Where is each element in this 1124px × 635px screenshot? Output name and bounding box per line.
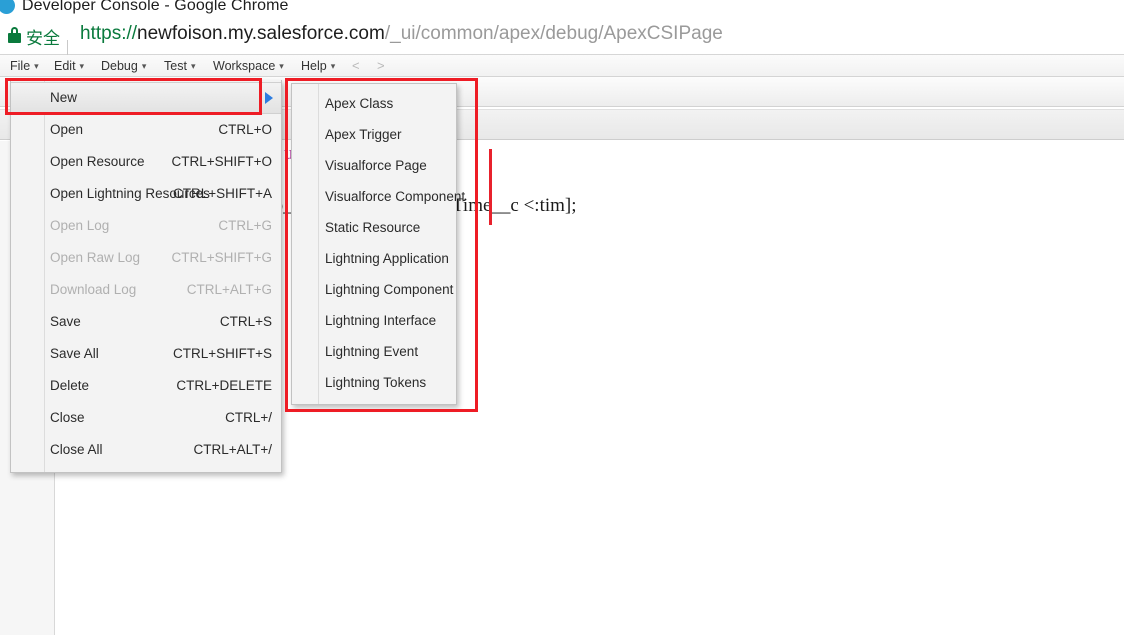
submenu-item-label: Lightning Interface bbox=[325, 313, 437, 328]
lock-icon[interactable] bbox=[8, 27, 21, 43]
menu-item-open-raw-log: Open Raw Log CTRL+SHIFT+G bbox=[11, 242, 281, 274]
menubar-item-label: Edit bbox=[54, 59, 76, 73]
submenu-item-label: Visualforce Page bbox=[325, 158, 427, 173]
menu-item-shortcut: CTRL+/ bbox=[225, 410, 272, 425]
nav-forward-arrow-icon[interactable]: > bbox=[377, 57, 385, 75]
menubar-item-help[interactable]: Help ▾ bbox=[297, 57, 339, 75]
menu-item-label: Save bbox=[50, 314, 81, 329]
chevron-down-icon: ▾ bbox=[190, 61, 196, 71]
menu-item-shortcut: CTRL+SHIFT+S bbox=[172, 346, 272, 361]
salesforce-cloud-icon bbox=[0, 0, 16, 16]
menu-item-label: New bbox=[50, 90, 78, 105]
menu-item-delete[interactable]: Delete CTRL+DELETE bbox=[11, 370, 281, 402]
url-path: /_ui/common/apex/debug/ApexCSIPage bbox=[384, 23, 723, 44]
menubar-item-label: Help bbox=[301, 59, 327, 73]
submenu-item-static-resource[interactable]: Static Resource bbox=[292, 212, 456, 243]
menu-item-shortcut: CTRL+SHIFT+O bbox=[171, 154, 272, 169]
menu-item-label: Delete bbox=[50, 378, 90, 393]
menu-item-shortcut: CTRL+SHIFT+A bbox=[172, 186, 272, 201]
menu-item-shortcut: CTRL+G bbox=[218, 218, 272, 233]
menu-item-open-resource[interactable]: Open Resource CTRL+SHIFT+O bbox=[11, 146, 281, 178]
submenu-item-label: Lightning Event bbox=[325, 344, 419, 359]
menu-item-close-all[interactable]: Close All CTRL+ALT+/ bbox=[11, 434, 281, 466]
new-submenu[interactable]: Apex Class Apex Trigger Visualforce Page Vi… bbox=[291, 83, 465, 405]
submenu-item-apex-class[interactable]: Apex Class bbox=[292, 88, 456, 119]
url-scheme: https:// bbox=[80, 23, 138, 44]
menu-item-open-lightning-resources[interactable]: Open Lightning Resources CTRL+SHIFT+A bbox=[11, 178, 281, 210]
menubar-item-label: Workspace bbox=[213, 59, 276, 73]
url-text[interactable]: https://newfoison.my.salesforce.com/_ui/… bbox=[80, 23, 723, 45]
menubar-item-label: Test bbox=[164, 59, 187, 73]
submenu-item-lightning-component[interactable]: Lightning Component bbox=[292, 274, 456, 305]
menu-item-shortcut: CTRL+S bbox=[219, 314, 272, 329]
submenu-item-lightning-event[interactable]: Lightning Event bbox=[292, 336, 456, 367]
submenu-item-visualforce-component[interactable]: Visualforce Component bbox=[292, 181, 465, 212]
submenu-item-label: Lightning Component bbox=[325, 282, 454, 297]
developer-console-menubar: File ▾ Edit ▾ Debug ▾ Test ▾ Workspace ▾ Help ▾ < > bbox=[0, 55, 1124, 78]
submenu-item-label: Apex Class bbox=[325, 96, 394, 111]
menu-item-label: Close All bbox=[50, 442, 103, 457]
menu-item-shortcut: CTRL+SHIFT+G bbox=[171, 250, 272, 265]
browser-titlebar: Developer Console - Google Chrome bbox=[0, 0, 1124, 18]
nav-back-arrow-icon[interactable]: < bbox=[352, 57, 360, 75]
menubar-item-test[interactable]: Test ▾ bbox=[160, 57, 199, 75]
submenu-item-lightning-interface[interactable]: Lightning Interface bbox=[292, 305, 456, 336]
menu-item-label: Open bbox=[50, 122, 84, 137]
file-dropdown-menu[interactable]: New Open CTRL+O Open Resource CTRL+SHIFT+O Op… bbox=[10, 80, 282, 473]
window-title: Developer Console - Google Chrome bbox=[22, 0, 289, 14]
menu-item-label: Open Resource bbox=[50, 154, 145, 169]
browser-address-bar[interactable]: 安全 https://newfoison.my.salesforce.com/_… bbox=[0, 18, 1124, 63]
menu-item-label: Close bbox=[50, 410, 85, 425]
chevron-down-icon: ▾ bbox=[330, 61, 336, 71]
menu-item-save-all[interactable]: Save All CTRL+SHIFT+S bbox=[11, 338, 281, 370]
menubar-item-label: File bbox=[10, 59, 31, 73]
menu-item-label: Open Raw Log bbox=[50, 250, 141, 265]
menu-item-shortcut: CTRL+ALT+/ bbox=[193, 442, 272, 457]
menubar-item-file[interactable]: File ▾ bbox=[6, 57, 43, 75]
chevron-right-icon bbox=[265, 92, 273, 104]
menu-item-shortcut: CTRL+ALT+G bbox=[186, 282, 272, 297]
submenu-item-label: Static Resource bbox=[325, 220, 421, 235]
menu-item-label: Save All bbox=[50, 346, 99, 361]
menu-item-shortcut: CTRL+O bbox=[218, 122, 272, 137]
menu-item-new[interactable]: New bbox=[11, 82, 281, 114]
menu-item-open-log: Open Log CTRL+G bbox=[11, 210, 281, 242]
chevron-down-icon: ▾ bbox=[141, 61, 147, 71]
menubar-item-label: Debug bbox=[101, 59, 138, 73]
chevron-down-icon: ▾ bbox=[279, 61, 284, 71]
text-cursor bbox=[489, 149, 492, 225]
menu-item-shortcut: CTRL+DELETE bbox=[176, 378, 272, 393]
submenu-item-label: Visualforce Component bbox=[325, 189, 466, 204]
submenu-item-visualforce-page[interactable]: Visualforce Page bbox=[292, 150, 456, 181]
menubar-item-debug[interactable]: Debug ▾ bbox=[97, 57, 150, 75]
submenu-item-lightning-application[interactable]: Lightning Application bbox=[292, 243, 456, 274]
menubar-item-workspace[interactable]: Workspace ▾ bbox=[209, 57, 288, 75]
menu-item-label: Open Log bbox=[50, 218, 110, 233]
menu-item-save[interactable]: Save CTRL+S bbox=[11, 306, 281, 338]
menu-item-close[interactable]: Close CTRL+/ bbox=[11, 402, 281, 434]
submenu-item-label: Apex Trigger bbox=[325, 127, 402, 142]
menubar-item-edit[interactable]: Edit ▾ bbox=[50, 57, 88, 75]
submenu-item-label: Lightning Tokens bbox=[325, 375, 427, 390]
menu-item-label: Download Log bbox=[50, 282, 137, 297]
submenu-item-lightning-tokens[interactable]: Lightning Tokens bbox=[292, 367, 456, 398]
chevron-down-icon: ▾ bbox=[79, 61, 85, 71]
menu-item-download-log: Download Log CTRL+ALT+G bbox=[11, 274, 281, 306]
chevron-down-icon: ▾ bbox=[34, 61, 39, 71]
submenu-item-label: Lightning Application bbox=[325, 251, 449, 266]
menu-item-open[interactable]: Open CTRL+O bbox=[11, 114, 281, 146]
url-host: newfoison.my.salesforce.com bbox=[137, 23, 385, 44]
submenu-item-apex-trigger[interactable]: Apex Trigger bbox=[292, 119, 456, 150]
security-status-label: 安全 bbox=[26, 29, 60, 49]
